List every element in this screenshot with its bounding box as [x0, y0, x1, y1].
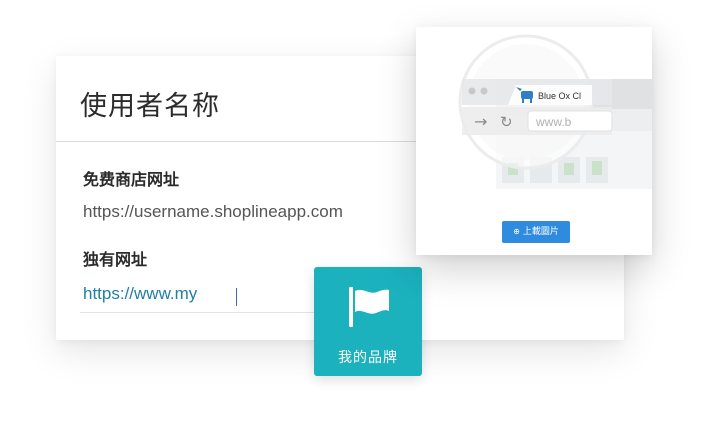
my-brand-tile[interactable]: 我的品牌 [314, 267, 422, 376]
unique-url-input[interactable]: https://www.my [80, 276, 320, 313]
username-title: 使用者名称 [80, 91, 220, 122]
flag-icon [349, 287, 389, 327]
svg-text:Blue Ox Cl: Blue Ox Cl [538, 91, 581, 101]
store-url-value: https://username.shoplineapp.com [83, 202, 343, 221]
store-url-label: 免费商店网址 [83, 170, 180, 189]
browser-preview-illustration: Blue Ox Cl → ↻ www.b [458, 34, 652, 189]
upload-image-button[interactable]: ⊕ 上載圖片 [502, 221, 570, 243]
svg-text:→: → [474, 112, 487, 131]
my-brand-label: 我的品牌 [338, 350, 398, 366]
unique-url-label: 独有网址 [83, 250, 148, 269]
logo-upload-panel: Blue Ox Cl → ↻ www.b ⊕ 上載圖片 [416, 27, 652, 255]
plus-circle-icon: ⊕ [513, 227, 520, 236]
svg-text:www.b: www.b [535, 115, 572, 129]
text-caret [236, 288, 237, 306]
svg-text:↻: ↻ [500, 113, 513, 131]
upload-image-label: 上載圖片 [522, 227, 559, 237]
unique-url-input-value: https://www.my [83, 284, 198, 303]
